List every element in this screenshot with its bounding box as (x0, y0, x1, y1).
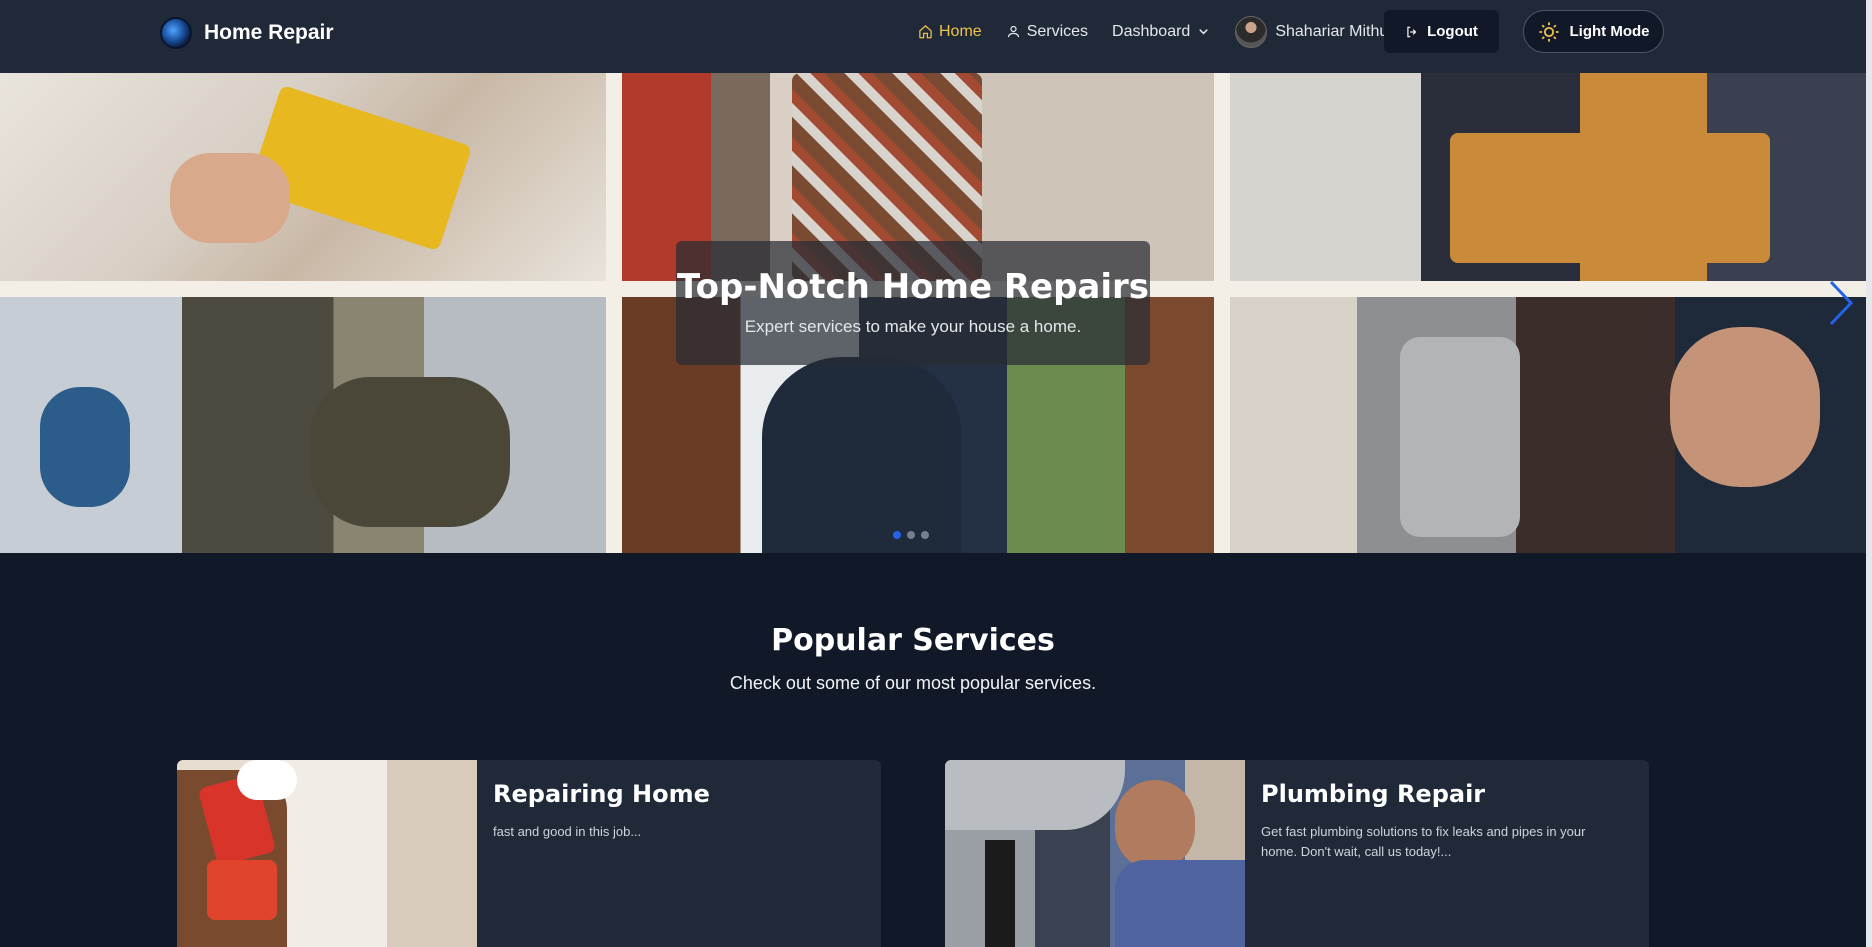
hero-image-toolbelt (1230, 73, 1866, 281)
service-card-title: Repairing Home (493, 780, 710, 808)
logout-button[interactable]: Logout (1384, 10, 1499, 53)
globe-logo-icon (160, 17, 192, 49)
carousel-next-button[interactable] (1825, 278, 1857, 328)
nav-home-link[interactable]: Home (918, 23, 982, 41)
sun-icon (1538, 21, 1559, 42)
user-profile[interactable]: Shahariar Mithu (1235, 15, 1389, 48)
hero-caption: Top-Notch Home Repairs Expert services t… (676, 241, 1150, 365)
home-icon (919, 25, 932, 39)
brand-name: Home Repair (204, 21, 334, 44)
service-card-body: Repairing Home fast and good in this job… (477, 760, 881, 947)
section-subtitle: Check out some of our most popular servi… (729, 673, 1097, 693)
user-icon (1007, 25, 1019, 38)
service-card[interactable]: Plumbing Repair Get fast plumbing soluti… (945, 760, 1649, 947)
chevron-right-icon (1829, 280, 1854, 326)
avatar (1235, 15, 1268, 48)
hero-image-drill (0, 73, 606, 281)
user-name: Shahariar Mithu (1275, 22, 1389, 40)
nav-services-link[interactable]: Services (1006, 23, 1088, 41)
carousel-dot[interactable] (907, 531, 915, 539)
hero-image-floor-worker (0, 297, 606, 553)
service-card-image (945, 760, 1245, 947)
page-scrollbar[interactable] (1866, 0, 1872, 947)
nav-dashboard-dropdown[interactable]: Dashboard (1112, 23, 1211, 41)
hero-carousel: Top-Notch Home Repairs Expert services t… (0, 73, 1866, 553)
nav-home-label: Home (939, 22, 982, 40)
theme-toggle-button[interactable]: Light Mode (1523, 10, 1664, 53)
navbar: Home Repair Home Services Dashboard Shah… (0, 0, 1866, 73)
service-card-body: Plumbing Repair Get fast plumbing soluti… (1245, 760, 1649, 947)
service-card-description: Get fast plumbing solutions to fix leaks… (1261, 824, 1586, 859)
brand-link[interactable]: Home Repair (160, 17, 334, 49)
section-title: Popular Services (771, 623, 1055, 658)
service-card-description: fast and good in this job... (493, 824, 642, 839)
hero-subtitle: Expert services to make your house a hom… (744, 317, 1082, 336)
theme-toggle-label: Light Mode (1569, 23, 1650, 40)
service-card-image (177, 760, 477, 947)
logout-icon (1407, 26, 1417, 37)
chevron-down-icon (1199, 29, 1209, 35)
main-nav: Home Services Dashboard Shahariar Mithu (918, 0, 1388, 63)
carousel-pagination (893, 531, 929, 539)
carousel-dot[interactable] (893, 531, 901, 539)
nav-dashboard-label: Dashboard (1112, 22, 1191, 40)
service-card-title: Plumbing Repair (1261, 780, 1486, 808)
hero-image-plumber (1230, 297, 1866, 553)
service-card[interactable]: Repairing Home fast and good in this job… (177, 760, 881, 947)
nav-services-label: Services (1026, 22, 1089, 40)
hero-title: Top-Notch Home Repairs (676, 267, 1150, 307)
carousel-dot[interactable] (921, 531, 929, 539)
logout-label: Logout (1427, 23, 1478, 40)
